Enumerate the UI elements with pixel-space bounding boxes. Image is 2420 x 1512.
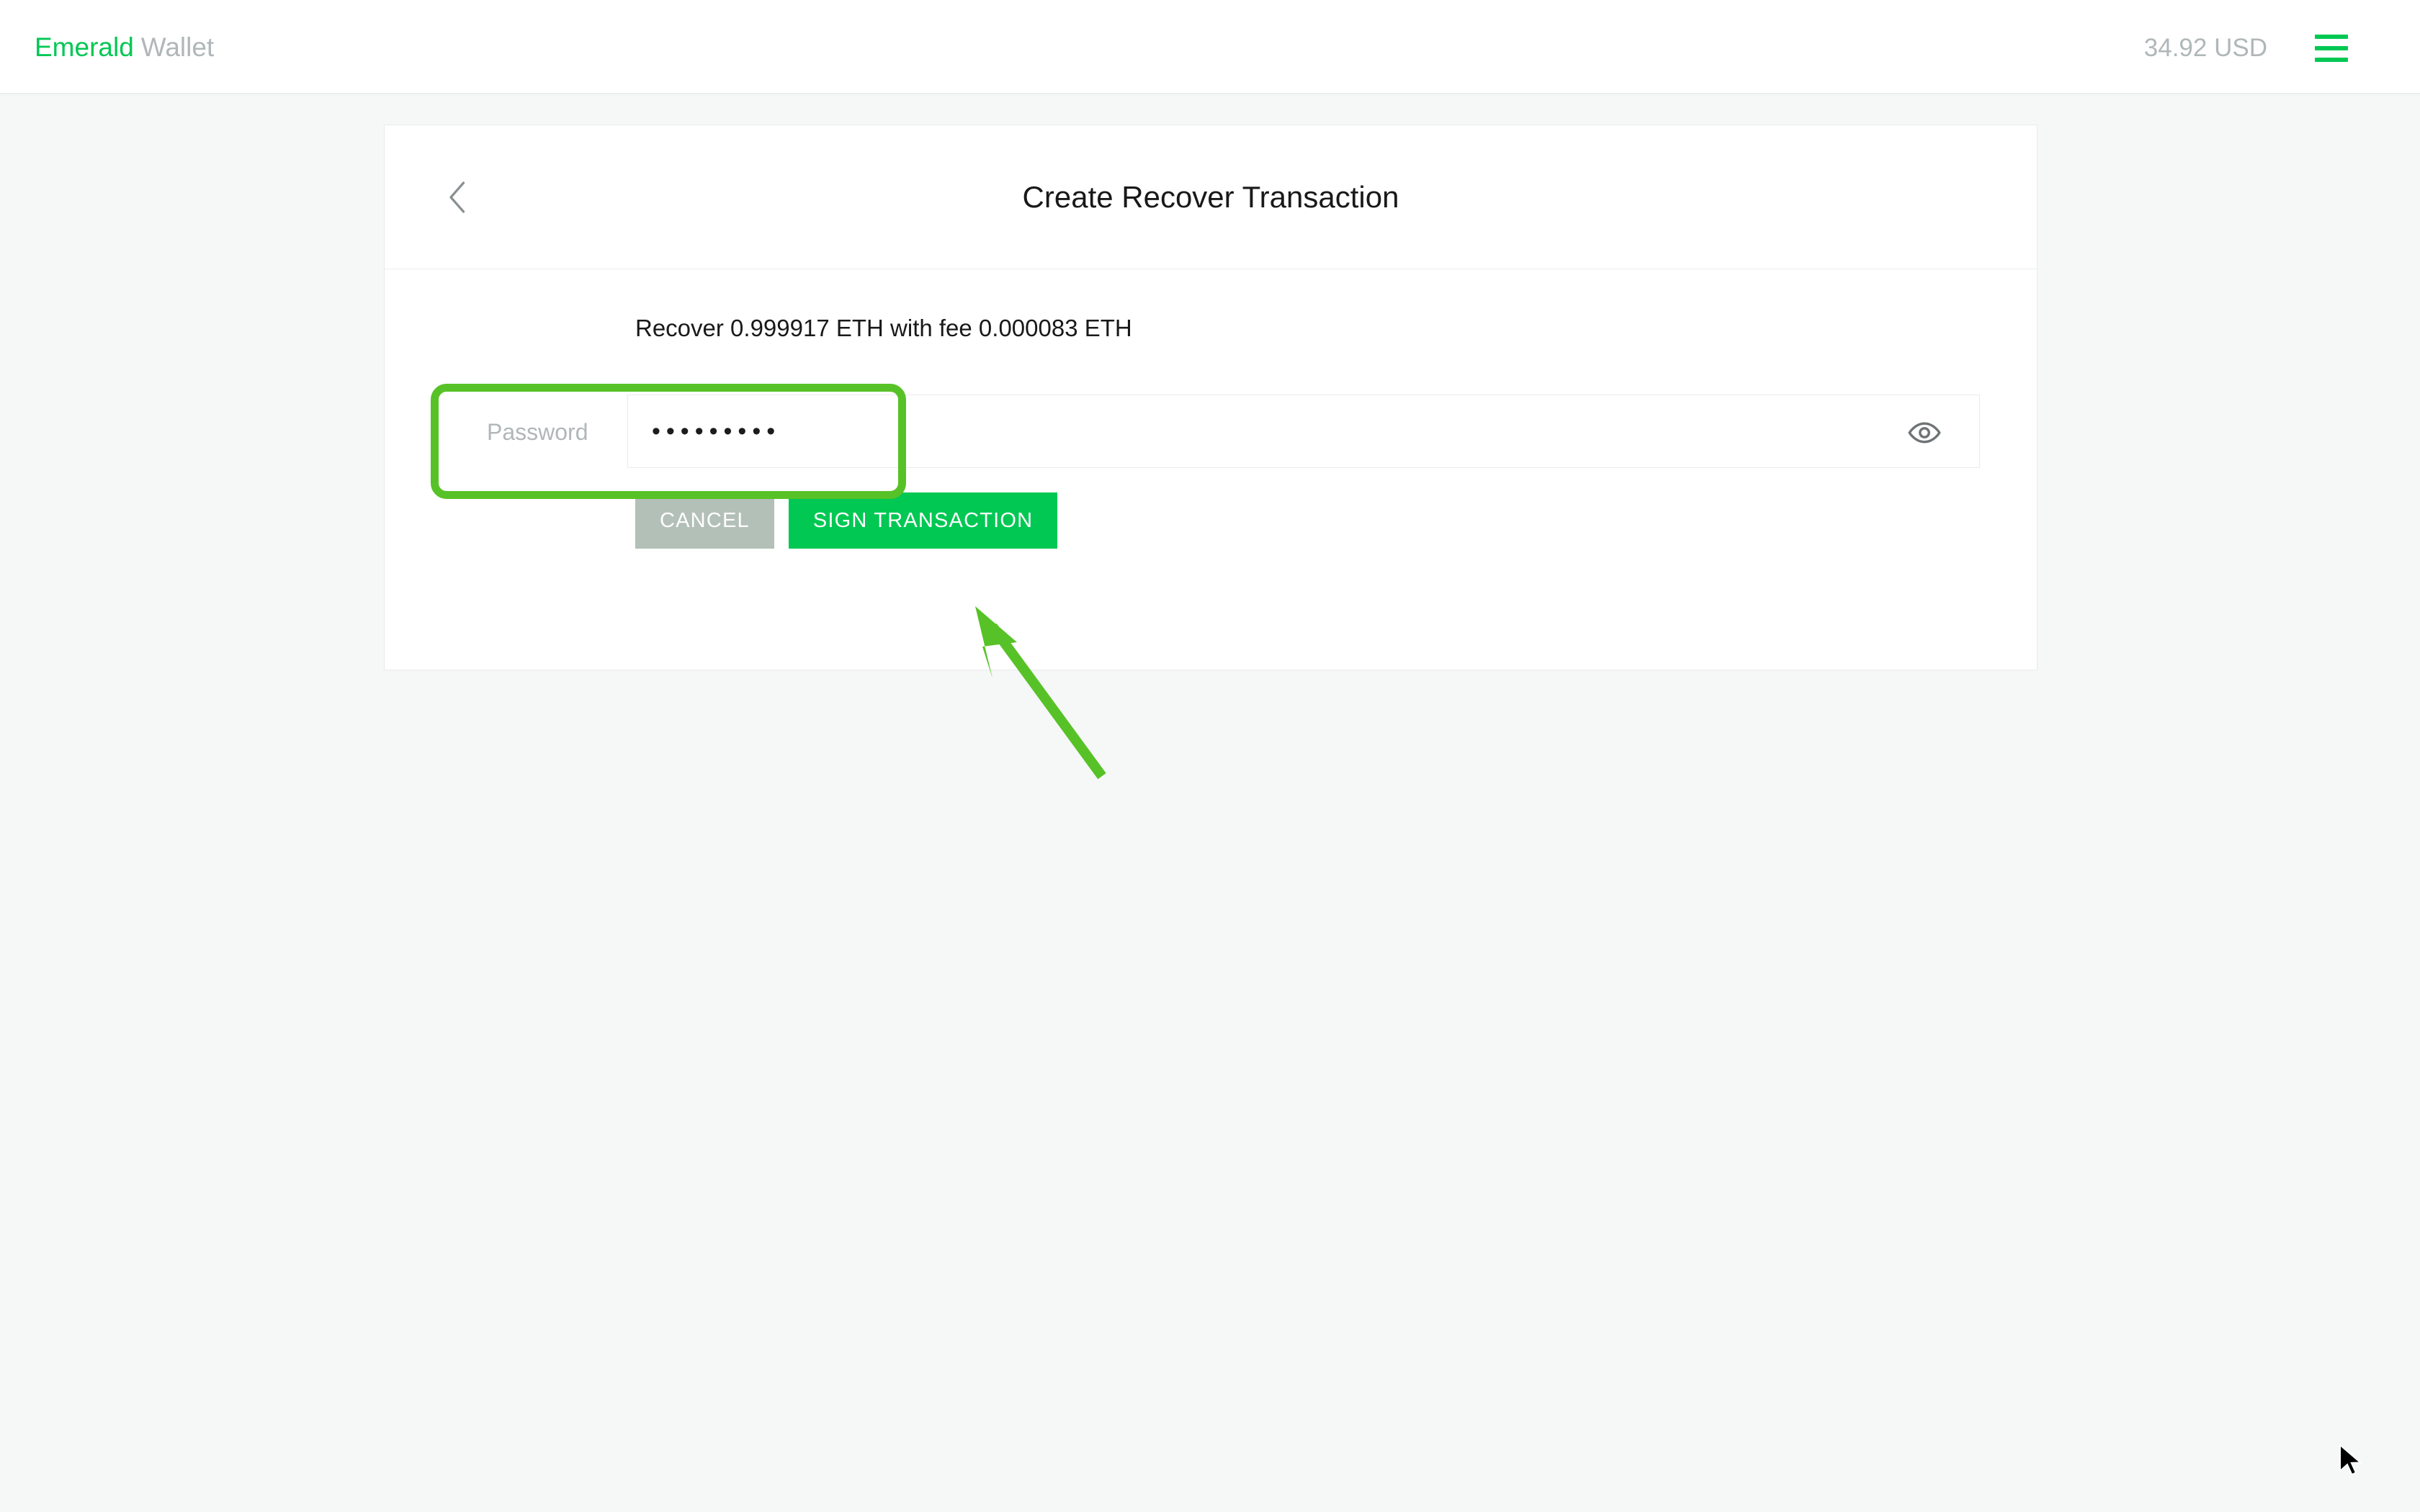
password-label: Password (487, 418, 588, 446)
password-field-row: Password ••••••••• (385, 395, 2037, 469)
mouse-pointer-icon (2337, 1444, 2366, 1478)
page-title: Create Recover Transaction (385, 125, 2037, 269)
password-masked-value: ••••••••• (652, 395, 781, 467)
menu-bar-middle (2315, 46, 2348, 50)
hamburger-menu-icon[interactable] (2315, 35, 2348, 62)
transaction-card: Create Recover Transaction Recover 0.999… (384, 125, 2038, 670)
app-logo[interactable]: EmeraldWallet (35, 32, 214, 63)
action-button-row: CANCEL SIGN TRANSACTION (635, 492, 1057, 549)
menu-bar-bottom (2315, 58, 2348, 62)
brand-name-primary: Emerald (35, 32, 134, 62)
transaction-summary: Recover 0.999917 ETH with fee 0.000083 E… (635, 314, 1132, 343)
cancel-button[interactable]: CANCEL (635, 492, 774, 549)
menu-bar-top (2315, 35, 2348, 39)
password-input[interactable]: ••••••••• (627, 395, 1980, 468)
eye-icon[interactable] (1907, 415, 1942, 450)
sign-transaction-button[interactable]: SIGN TRANSACTION (789, 492, 1057, 549)
balance-display: 34.92 USD (2144, 33, 2267, 63)
brand-name-secondary: Wallet (141, 32, 214, 62)
card-header: Create Recover Transaction (385, 125, 2037, 269)
card-body: Recover 0.999917 ETH with fee 0.000083 E… (385, 269, 2037, 670)
app-header: EmeraldWallet 34.92 USD (0, 0, 2420, 94)
